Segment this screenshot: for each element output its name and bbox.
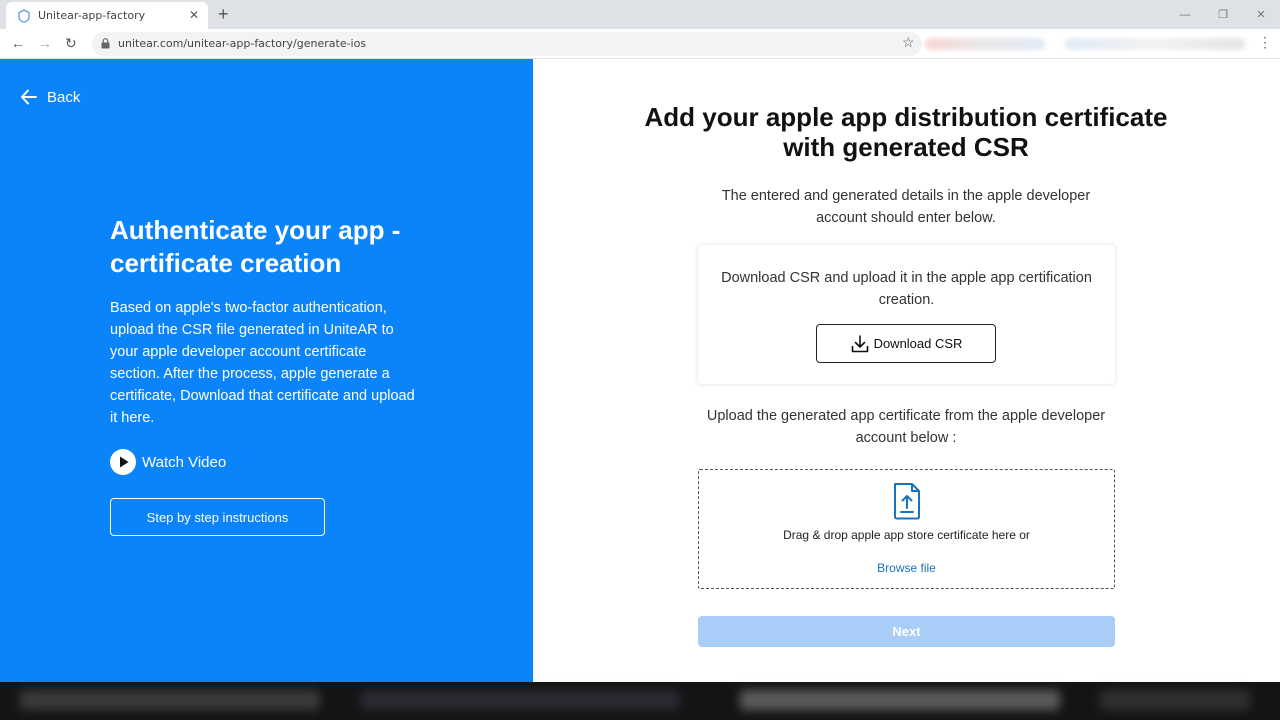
url-text: unitear.com/unitear-app-factory/generate… <box>118 37 367 50</box>
back-arrow-icon <box>21 89 37 105</box>
page-subtitle: The entered and generated details in the… <box>721 188 1091 226</box>
maximize-icon[interactable]: ❐ <box>1204 0 1242 29</box>
window-controls: — ❐ ✕ <box>1166 0 1280 29</box>
dropzone-text: Drag & drop apple app store certificate … <box>783 528 1030 542</box>
page-title: Add your apple app distribution certific… <box>644 102 1168 162</box>
minimize-icon[interactable]: — <box>1166 0 1204 29</box>
reload-icon[interactable]: ↻ <box>65 35 77 52</box>
download-csr-button[interactable]: Download CSR <box>816 324 996 363</box>
panel-title: Authenticate your app - certificate crea… <box>110 215 401 278</box>
download-icon <box>851 334 868 352</box>
csr-card: Download CSR and upload it in the apple … <box>698 245 1115 384</box>
tab-close-icon[interactable]: ✕ <box>189 8 199 22</box>
back-label: Back <box>47 88 81 106</box>
taskbar-item <box>360 690 680 710</box>
play-icon <box>110 449 136 475</box>
browse-file-link[interactable]: Browse file <box>699 561 1114 575</box>
lock-icon <box>101 38 110 49</box>
taskbar <box>0 682 1280 720</box>
browser-back-icon[interactable]: ← <box>11 35 25 51</box>
browser-forward-icon[interactable]: → <box>38 35 52 51</box>
certificate-dropzone[interactable]: Drag & drop apple app store certificate … <box>698 469 1115 589</box>
browser-tab-bar: Unitear-app-factory ✕ + — ❐ ✕ <box>0 0 1280 29</box>
app-favicon-icon <box>18 9 30 23</box>
tab-title: Unitear-app-factory <box>38 9 146 22</box>
download-csr-label: Download CSR <box>873 336 963 351</box>
watch-video-label: Watch Video <box>142 453 227 471</box>
browser-toolbar: ← → ↻ unitear.com/unitear-app-factory/ge… <box>0 29 1280 59</box>
browser-tab[interactable]: Unitear-app-factory ✕ <box>6 2 208 29</box>
browser-menu-icon[interactable]: ⋮ <box>1258 34 1272 51</box>
taskbar-item <box>1100 690 1250 710</box>
step-by-step-button[interactable]: Step by step instructions <box>110 498 325 536</box>
csr-instructions: Download CSR and upload it in the apple … <box>721 270 1092 308</box>
upload-instructions: Upload the generated app certificate fro… <box>706 408 1106 446</box>
taskbar-item <box>740 690 1060 710</box>
next-button[interactable]: Next <box>698 616 1115 647</box>
panel-description: Based on apple's two-factor authenticati… <box>110 300 415 426</box>
profile-area <box>1065 38 1245 50</box>
star-icon[interactable]: ☆ <box>902 34 915 51</box>
new-tab-icon[interactable]: + <box>218 4 229 25</box>
address-bar[interactable]: unitear.com/unitear-app-factory/generate… <box>92 32 922 56</box>
back-button[interactable]: Back <box>20 88 80 106</box>
window-close-icon[interactable]: ✕ <box>1242 0 1280 29</box>
info-panel: Back Authenticate your app - certificate… <box>0 59 533 682</box>
watch-video-link[interactable]: Watch Video <box>110 449 226 475</box>
taskbar-item <box>20 690 320 710</box>
extensions-area <box>925 38 1045 50</box>
upload-file-icon <box>894 483 920 520</box>
